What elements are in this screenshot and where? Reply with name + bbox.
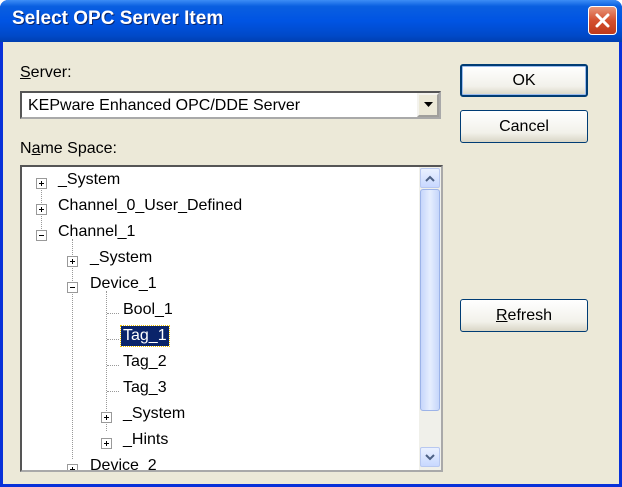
collapse-icon[interactable] (67, 282, 78, 293)
tree-item-label: Channel_1 (58, 223, 136, 240)
tree-item-label: Channel_0_User_Defined (58, 197, 243, 214)
expand-icon[interactable] (101, 412, 112, 423)
tree-line (72, 239, 73, 459)
tree-item-label: Device_2 (90, 457, 157, 472)
namespace-label: Name Space: (20, 140, 117, 157)
tree-item-label: _System (123, 405, 186, 422)
dialog-title: Select OPC Server Item (12, 8, 224, 29)
server-value: KEPware Enhanced OPC/DDE Server (28, 97, 301, 114)
refresh-accel: R (495, 306, 508, 324)
chevron-up-icon (425, 175, 435, 182)
expand-icon[interactable] (36, 204, 47, 215)
tree-line (107, 339, 119, 340)
tree-scrollbar[interactable] (419, 167, 441, 470)
tree-line (107, 313, 119, 314)
tree-item-label: Tag_2 (123, 353, 167, 370)
dialog-window: Select OPC Server Item Server: KEPware E… (0, 0, 622, 487)
title-bar[interactable]: Select OPC Server Item (0, 0, 622, 42)
scroll-thumb[interactable] (420, 189, 440, 411)
refresh-button[interactable]: Refresh (460, 299, 588, 332)
tree-item-label: _System (58, 171, 121, 188)
cancel-button[interactable]: Cancel (460, 110, 588, 143)
close-button[interactable] (588, 6, 617, 35)
tree-line (107, 365, 119, 366)
chevron-down-icon (423, 102, 433, 107)
server-dropdown-button[interactable] (417, 93, 439, 117)
scroll-up-button[interactable] (420, 168, 440, 188)
collapse-icon[interactable] (36, 230, 47, 241)
expand-icon[interactable] (36, 178, 47, 189)
namespace-tree[interactable]: _System Channel_0_User_Defined Channel_1… (20, 165, 443, 472)
tree-item-label: Tag_3 (123, 379, 167, 396)
expand-icon[interactable] (101, 438, 112, 449)
tree-item-label: _Hints (123, 431, 169, 448)
tree-item-label: _System (90, 249, 153, 266)
scroll-down-button[interactable] (420, 447, 440, 467)
expand-icon[interactable] (67, 464, 78, 470)
chevron-down-icon (425, 453, 435, 460)
tree-item-label: Bool_1 (123, 301, 173, 318)
server-combobox[interactable]: KEPware Enhanced OPC/DDE Server (20, 91, 441, 119)
expand-icon[interactable] (67, 256, 78, 267)
tree-line (106, 291, 107, 431)
tree-line (107, 391, 119, 392)
close-icon (595, 13, 610, 28)
refresh-label: efresh (507, 306, 553, 324)
tree-item-label: Device_1 (90, 275, 157, 292)
server-label: Server: (20, 64, 72, 81)
tree-item-label: Tag_1 (120, 325, 170, 347)
ok-button[interactable]: OK (460, 64, 588, 97)
